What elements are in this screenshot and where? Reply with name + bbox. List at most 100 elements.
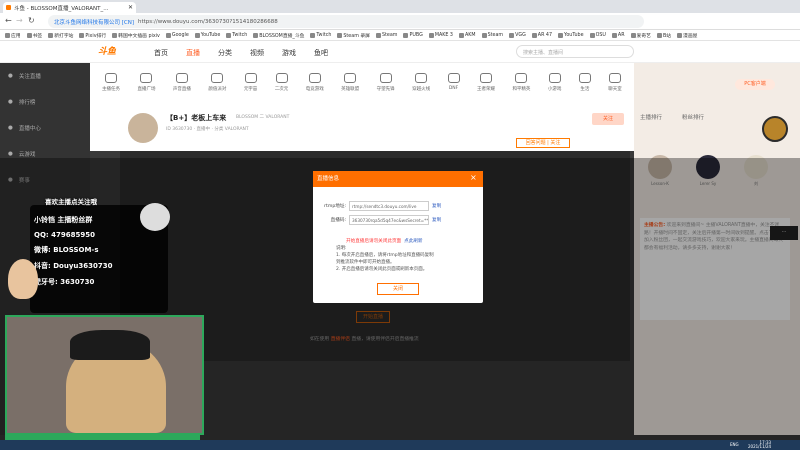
bookmark-item[interactable]: Google — [165, 32, 189, 38]
bookmark-item[interactable]: Steam 录屏 — [337, 32, 370, 39]
category-item[interactable]: 直播广场 — [137, 72, 155, 92]
forward-icon[interactable]: → — [16, 16, 23, 25]
follow-button[interactable]: 关注 — [592, 113, 624, 125]
category-bar: 主播任务 直播广场 声音直播 颜值派对 元宇宙 二次元 电竞游戏 英雄联盟 守望先锋 穿越火线 DN… — [90, 63, 634, 101]
category-item[interactable]: 英雄联盟 — [341, 72, 359, 92]
bookmark-item[interactable]: VGG — [509, 32, 526, 38]
bookmark-favicon-icon — [79, 32, 85, 38]
reload-icon[interactable]: ↻ — [28, 16, 35, 25]
bookmark-item[interactable]: Twitch — [310, 32, 331, 38]
nav-item[interactable]: 直播 — [186, 48, 200, 58]
key-field[interactable]: 3630730rqa5d5q47ec&wsSecret=********* — [349, 215, 429, 225]
category-item[interactable]: 电竞游戏 — [306, 72, 324, 92]
tab-fan-rank[interactable]: 粉丝排行 — [682, 113, 704, 127]
bookmark-item[interactable]: PUBG — [403, 32, 423, 38]
category-item[interactable]: 生活 — [578, 72, 591, 92]
category-item[interactable]: 小游戏 — [548, 72, 561, 92]
bookmark-favicon-icon — [253, 32, 259, 38]
category-item[interactable]: 声音直播 — [173, 72, 191, 92]
bookmark-item[interactable]: AR 47 — [531, 32, 552, 38]
category-icon — [548, 72, 561, 83]
overlay-header: 喜欢主播点关注哦 — [45, 198, 97, 206]
reset-link[interactable]: 点此刷新 — [404, 238, 422, 244]
copy-rtmp-button[interactable]: 复制 — [432, 203, 441, 209]
category-item[interactable]: 守望先锋 — [377, 72, 395, 92]
bookmark-favicon-icon — [531, 32, 537, 38]
reward-badge-icon[interactable] — [762, 116, 788, 142]
sidebar-item-icon: ● — [8, 125, 13, 131]
bookmark-item[interactable]: Twitch — [226, 32, 247, 38]
pc-client-button[interactable]: PC客户端 — [735, 79, 775, 90]
sidebar-item-icon: ● — [8, 151, 13, 157]
sidebar-item[interactable]: ● 排行榜 — [0, 89, 90, 115]
tab-close-icon[interactable]: ✕ — [128, 4, 133, 11]
bookmark-favicon-icon — [165, 32, 171, 38]
tab-anchor-rank[interactable]: 主播排行 — [640, 113, 662, 127]
dialog-note-line: 2. 开启直播后请勿关闭此页面或刷新本页面。 — [336, 267, 428, 272]
category-item[interactable]: 颜值派对 — [208, 72, 226, 92]
bookmark-favicon-icon — [337, 32, 343, 38]
bookmark-item[interactable]: YouTube — [194, 32, 220, 38]
sidebar-item-icon: ● — [8, 99, 13, 105]
taskbar-clock[interactable]: 17:33 2021/11/24 — [748, 441, 771, 449]
bookmark-item[interactable]: 新打字站 — [48, 32, 73, 39]
bookmark-favicon-icon — [403, 32, 409, 38]
bookmark-item[interactable]: OSU — [589, 32, 606, 38]
bookmark-item[interactable]: AKM — [459, 32, 476, 38]
bookmark-item[interactable]: 漫画屋 — [677, 32, 697, 39]
bookmark-favicon-icon — [558, 32, 564, 38]
category-item[interactable]: 和平精英 — [512, 72, 530, 92]
nav-item[interactable]: 视频 — [250, 48, 264, 58]
close-icon[interactable]: × — [470, 173, 477, 182]
overlay-kuaishou: 虎牙号: 3630730 — [34, 278, 95, 286]
overlay-qq: QQ: 479685950 — [34, 231, 95, 239]
browser-tab[interactable]: 斗鱼 - BLOSSOM直播_VALORANT_... ✕ — [3, 2, 136, 13]
category-icon — [447, 73, 460, 83]
webcam-person-hair — [70, 330, 150, 360]
nav-item[interactable]: 首页 — [154, 48, 168, 58]
bookmark-item[interactable]: 韩国中文插画 pixiv — [112, 32, 160, 39]
category-item[interactable]: 主播任务 — [102, 72, 120, 92]
sidebar-item[interactable]: ● 直播中心 — [0, 115, 90, 141]
site-logo[interactable]: 斗鱼 — [98, 44, 134, 58]
bookmark-item[interactable]: Steam — [481, 32, 503, 38]
bookmark-item[interactable]: 书签 — [26, 32, 42, 39]
category-icon — [211, 72, 224, 83]
category-icon — [479, 72, 492, 83]
bookmark-item[interactable]: AR — [611, 32, 625, 38]
bookmark-item[interactable]: MAKE 3 — [428, 32, 453, 38]
copy-key-button[interactable]: 复制 — [432, 217, 441, 223]
bookmark-item[interactable]: 应用 — [5, 32, 21, 39]
url-omnibox[interactable]: 北京斗鱼网络科技有限公司 [CN] https://www.douyu.com/… — [48, 15, 644, 28]
bookmark-item[interactable]: B站 — [656, 32, 671, 39]
category-icon — [244, 72, 257, 83]
room-badge[interactable]: 回答问题 | 关注 — [516, 138, 570, 148]
lang-indicator[interactable]: ENG — [730, 442, 739, 447]
bookmark-item[interactable]: Steam — [375, 32, 397, 38]
category-item[interactable]: 聊天室 — [608, 72, 622, 92]
bookmark-item[interactable]: Pixiv排行 — [79, 32, 106, 39]
category-item[interactable]: DNF — [447, 73, 460, 91]
bookmark-item[interactable]: 爱奇艺 — [630, 32, 651, 39]
back-icon[interactable]: ← — [5, 16, 12, 25]
category-icon — [175, 72, 188, 83]
category-icon — [578, 72, 591, 83]
nav-item[interactable]: 鱼吧 — [314, 48, 328, 58]
bookmark-item[interactable]: YouTube — [558, 32, 584, 38]
bookmark-item[interactable]: BLOSSOM直播_斗鱼 — [253, 32, 304, 39]
category-item[interactable]: 元宇宙 — [244, 72, 257, 92]
category-item[interactable]: 二次元 — [275, 72, 288, 92]
category-item[interactable]: 王者荣耀 — [477, 72, 495, 92]
search-input[interactable]: 搜索主播、直播间 — [516, 45, 634, 58]
category-item[interactable]: 穿越火线 — [412, 72, 430, 92]
sidebar-item[interactable]: ● 关注直播 — [0, 63, 90, 89]
rtmp-field[interactable]: rtmp://sendtc3.douyu.com/live — [349, 201, 429, 211]
streamer-avatar[interactable] — [128, 113, 158, 143]
nav-item[interactable]: 游戏 — [282, 48, 296, 58]
bookmark-favicon-icon — [459, 32, 464, 38]
overlay-lines: 小铃铛 主播粉丝群 QQ: 479685950 微博: BLOSSOM-s 抖音… — [34, 215, 168, 287]
dialog-close-button[interactable]: 关闭 — [377, 283, 419, 295]
dialog-note-line: 到推流软件中即可开始直播。 — [336, 260, 395, 265]
bookmark-favicon-icon — [226, 32, 232, 38]
nav-item[interactable]: 分类 — [218, 48, 232, 58]
